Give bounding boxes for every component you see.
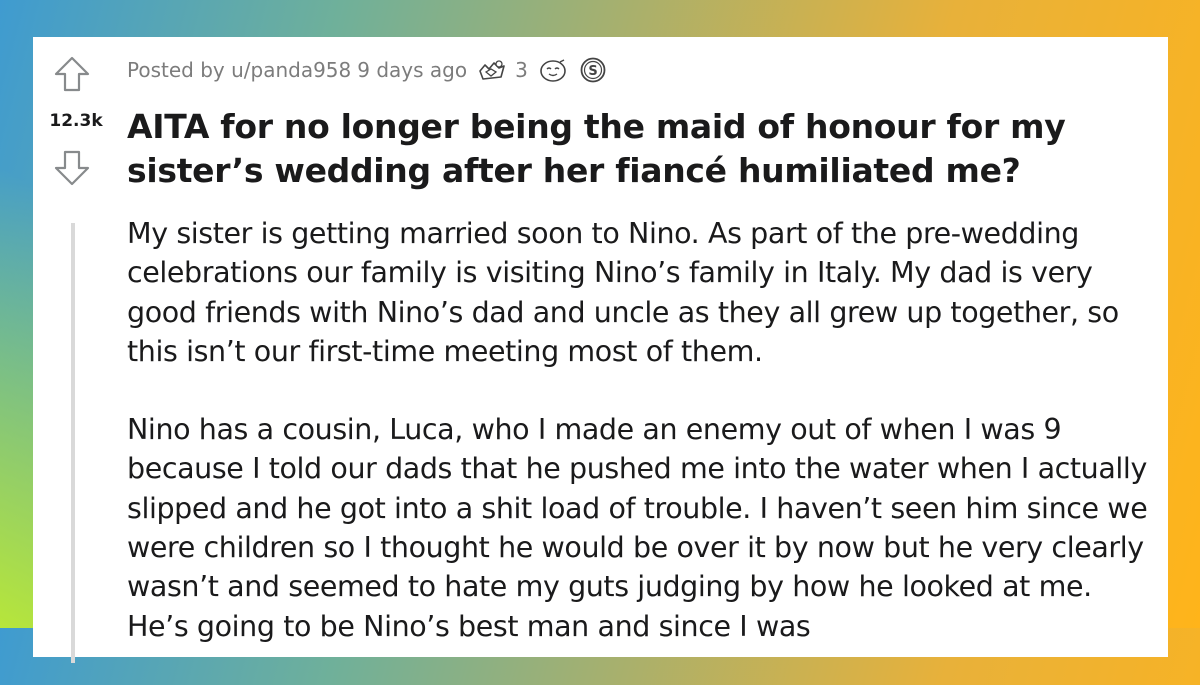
svg-text:S: S (588, 64, 597, 79)
post-meta: Posted by u/panda958 9 days ago 3 S (127, 57, 608, 83)
post-paragraph: Nino has a cousin, Luca, who I made an e… (127, 413, 1148, 643)
post-body: My sister is getting married soon to Nin… (127, 214, 1157, 685)
post-timestamp[interactable]: 9 days ago (357, 58, 467, 82)
wholesome-award-icon[interactable] (538, 57, 568, 83)
post-paragraph: My sister is getting married soon to Nin… (127, 217, 1119, 368)
posted-by-user-link[interactable]: Posted by u/panda958 (127, 58, 351, 82)
silver-award-icon[interactable]: S (578, 56, 608, 84)
downvote-arrow-icon[interactable] (53, 149, 91, 187)
thread-line[interactable] (71, 223, 75, 663)
award-count: 3 (515, 58, 528, 82)
post-card: 12.3k Posted by u/panda958 9 days ago 3 (33, 37, 1168, 663)
upvote-arrow-icon[interactable] (53, 55, 91, 93)
post-title[interactable]: AITA for no longer being the maid of hon… (127, 105, 1162, 193)
helpful-award-icon[interactable] (477, 57, 507, 83)
vote-score: 12.3k (49, 111, 103, 131)
